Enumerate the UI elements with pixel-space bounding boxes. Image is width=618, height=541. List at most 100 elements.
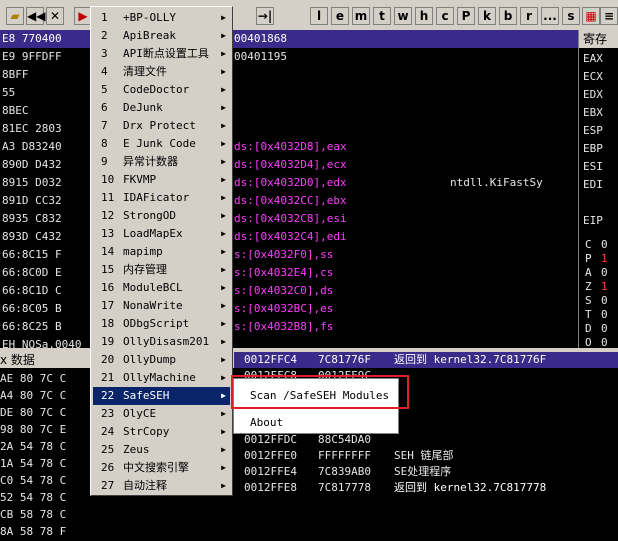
- submenu-arrow-icon: ▶: [221, 193, 226, 202]
- disasm-operand: ds:[0x4032D4],ecx: [234, 158, 347, 171]
- toolbar-letter-button[interactable]: l: [310, 7, 328, 25]
- toolbar-letter-button[interactable]: b: [499, 7, 517, 25]
- disasm-row[interactable]: 66:8C15 F s:[0x4032F0],ss: [0, 246, 578, 264]
- submenu-arrow-icon: ▶: [221, 229, 226, 238]
- toolbar-letter-button[interactable]: t: [373, 7, 391, 25]
- dump-row[interactable]: 1A 54 78 C: [0, 455, 66, 473]
- dump-row[interactable]: DE 80 7C C: [0, 404, 66, 422]
- about-item[interactable]: About: [236, 414, 396, 432]
- plugin-menu-item[interactable]: 9 异常计数器 ▶: [93, 153, 230, 171]
- execute-till-return-icon[interactable]: →|: [256, 7, 274, 25]
- dump-row[interactable]: 98 80 7C E: [0, 421, 66, 439]
- plugin-menu-item[interactable]: 11 IDAFicator ▶: [93, 189, 230, 207]
- disasm-bytes: 891D CC32: [2, 194, 62, 207]
- submenu-arrow-icon: ▶: [221, 103, 226, 112]
- list-icon[interactable]: ≡: [600, 7, 618, 25]
- stack-row[interactable]: 0012FFE0 FFFFFFFF SEH 链尾部: [234, 448, 618, 464]
- plugin-menu-item[interactable]: 22 SafeSEH ▶: [93, 387, 230, 405]
- toolbar-letter-button[interactable]: s: [562, 7, 580, 25]
- disasm-row[interactable]: E9 9FFDFF 00401195: [0, 48, 578, 66]
- submenu-arrow-icon: ▶: [221, 157, 226, 166]
- disasm-row[interactable]: 81EC 2803: [0, 120, 578, 138]
- dump-row[interactable]: 8A 58 78 F: [0, 523, 66, 541]
- toolbar-letter-button[interactable]: c: [436, 7, 454, 25]
- plugin-menu-item[interactable]: 20 OllyDump ▶: [93, 351, 230, 369]
- toolbar-letter-button[interactable]: e: [331, 7, 349, 25]
- disasm-row[interactable]: 891D CC32 ds:[0x4032CC],ebx: [0, 192, 578, 210]
- dump-row[interactable]: A4 80 7C C: [0, 387, 66, 405]
- disasm-row[interactable]: 55: [0, 84, 578, 102]
- open-folder-icon[interactable]: ▰: [6, 7, 24, 25]
- plugin-menu-item[interactable]: 1 +BP-OLLY ▶: [93, 9, 230, 27]
- stack-row[interactable]: 0012FFE8 7C817778 返回到 kernel32.7C817778: [234, 480, 618, 496]
- plugin-menu-item[interactable]: 26 中文搜索引擎 ▶: [93, 459, 230, 477]
- disasm-row[interactable]: 66:8C1D C s:[0x4032C0],ds: [0, 282, 578, 300]
- toolbar-letter-button[interactable]: P: [457, 7, 475, 25]
- plugin-menu-item[interactable]: 24 StrCopy ▶: [93, 423, 230, 441]
- plugin-menu-item[interactable]: 21 OllyMachine ▶: [93, 369, 230, 387]
- disasm-row[interactable]: 8915 D032 ds:[0x4032D0],edx ntdll.KiFastSy: [0, 174, 578, 192]
- disasm-row[interactable]: 8BEC: [0, 102, 578, 120]
- disasm-row[interactable]: E8 770400 00401868: [0, 30, 578, 48]
- disasm-operand: s:[0x4032E4],cs: [234, 266, 334, 279]
- plugin-menu-item[interactable]: 2 ApiBreak ▶: [93, 27, 230, 45]
- plugin-menu-item[interactable]: 12 StrongOD ▶: [93, 207, 230, 225]
- toolbar-letter-button[interactable]: w: [394, 7, 412, 25]
- stack-row[interactable]: 0012FFC4 7C81776F 返回到 kernel32.7C81776F: [234, 352, 618, 368]
- menu-item-number: 11: [101, 191, 115, 204]
- plugin-menu-item[interactable]: 27 自动注释 ▶: [93, 477, 230, 495]
- plugin-menu-item[interactable]: 15 内存管理 ▶: [93, 261, 230, 279]
- toolbar-letter-button[interactable]: k: [478, 7, 496, 25]
- submenu-arrow-icon: ▶: [221, 481, 226, 490]
- disasm-row[interactable]: 8BFF: [0, 66, 578, 84]
- dump-row[interactable]: 2A 54 78 C: [0, 438, 66, 456]
- toolbar-letter-button[interactable]: r: [520, 7, 538, 25]
- stack-row[interactable]: 0012FFDC 88C54DA0: [234, 432, 618, 448]
- dump-row[interactable]: C0 54 78 C: [0, 472, 66, 490]
- stack-row[interactable]: 0012FFE4 7C839AB0 SE处理程序: [234, 464, 618, 480]
- disasm-row[interactable]: A3 D83240 ds:[0x4032D8],eax: [0, 138, 578, 156]
- disasm-bytes: 8BFF: [2, 68, 29, 81]
- stack-value: 7C81776F: [318, 353, 371, 366]
- disasm-row[interactable]: 893D C432 ds:[0x4032C4],edi: [0, 228, 578, 246]
- stack-comment: SEH 链尾部: [394, 449, 454, 462]
- plugin-menu-item[interactable]: 16 ModuleBCL ▶: [93, 279, 230, 297]
- plugin-menu-item[interactable]: 7 Drx Protect ▶: [93, 117, 230, 135]
- disasm-row[interactable]: 8935 C832 ds:[0x4032C8],esi: [0, 210, 578, 228]
- grid-icon[interactable]: ▦: [582, 7, 600, 25]
- plugin-menu-item[interactable]: 25 Zeus ▶: [93, 441, 230, 459]
- plugin-menu-item[interactable]: 14 mapimp ▶: [93, 243, 230, 261]
- dump-row[interactable]: 52 54 78 C: [0, 489, 66, 507]
- plugin-menu-item[interactable]: 3 API断点设置工具 ▶: [93, 45, 230, 63]
- plugin-menu-item[interactable]: 6 DeJunk ▶: [93, 99, 230, 117]
- plugin-menu-item[interactable]: 8 E Junk Code ▶: [93, 135, 230, 153]
- disasm-bytes: A3 D83240: [2, 140, 62, 153]
- menu-item-number: 1: [101, 11, 108, 24]
- plugin-menu-item[interactable]: 13 LoadMapEx ▶: [93, 225, 230, 243]
- plugin-menu-item[interactable]: 5 CodeDoctor ▶: [93, 81, 230, 99]
- disasm-row[interactable]: 890D D432 ds:[0x4032D4],ecx: [0, 156, 578, 174]
- disasm-row[interactable]: 66:8C05 B s:[0x4032BC],es: [0, 300, 578, 318]
- menu-item-label: StrCopy: [123, 425, 170, 438]
- plugin-menu-item[interactable]: 19 OllyDisasm201 ▶: [93, 333, 230, 351]
- rewind-icon[interactable]: ◀◀: [26, 7, 45, 25]
- plugin-menu-item[interactable]: 4 清理文件 ▶: [93, 63, 230, 81]
- plugin-menu-item[interactable]: 23 OlyCE ▶: [93, 405, 230, 423]
- disasm-row[interactable]: 66:8C0D E s:[0x4032E4],cs: [0, 264, 578, 282]
- close-icon[interactable]: ✕: [46, 7, 64, 25]
- dump-row[interactable]: AE 80 7C C: [0, 370, 66, 388]
- register-name: EBX: [583, 106, 603, 119]
- plugin-menu-item[interactable]: 17 NonaWrite ▶: [93, 297, 230, 315]
- plugin-menu-item[interactable]: 18 ODbgScript ▶: [93, 315, 230, 333]
- disasm-row[interactable]: 66:8C25 B s:[0x4032B8],fs: [0, 318, 578, 336]
- disassembly-pane[interactable]: E8 770400 00401868 E9 9FFDFF 00401195 8BFF 55…: [0, 30, 578, 351]
- menu-item-label: 清理文件: [123, 65, 167, 78]
- toolbar-letter-button[interactable]: m: [352, 7, 370, 25]
- toolbar-letter-button[interactable]: ...: [541, 7, 559, 25]
- menu-item-number: 10: [101, 173, 115, 186]
- registers-pane[interactable]: 寄存 EAX ECX EDX EBX ESP EBP ESI EDI EIP C 0 P 1 A 0 Z 1 S 0…: [578, 30, 618, 349]
- plugin-menu-item[interactable]: 10 FKVMP ▶: [93, 171, 230, 189]
- dump-row[interactable]: CB 58 78 C: [0, 506, 66, 524]
- toolbar-letter-button[interactable]: h: [415, 7, 433, 25]
- stack-comment: 返回到 kernel32.7C817778: [394, 481, 547, 494]
